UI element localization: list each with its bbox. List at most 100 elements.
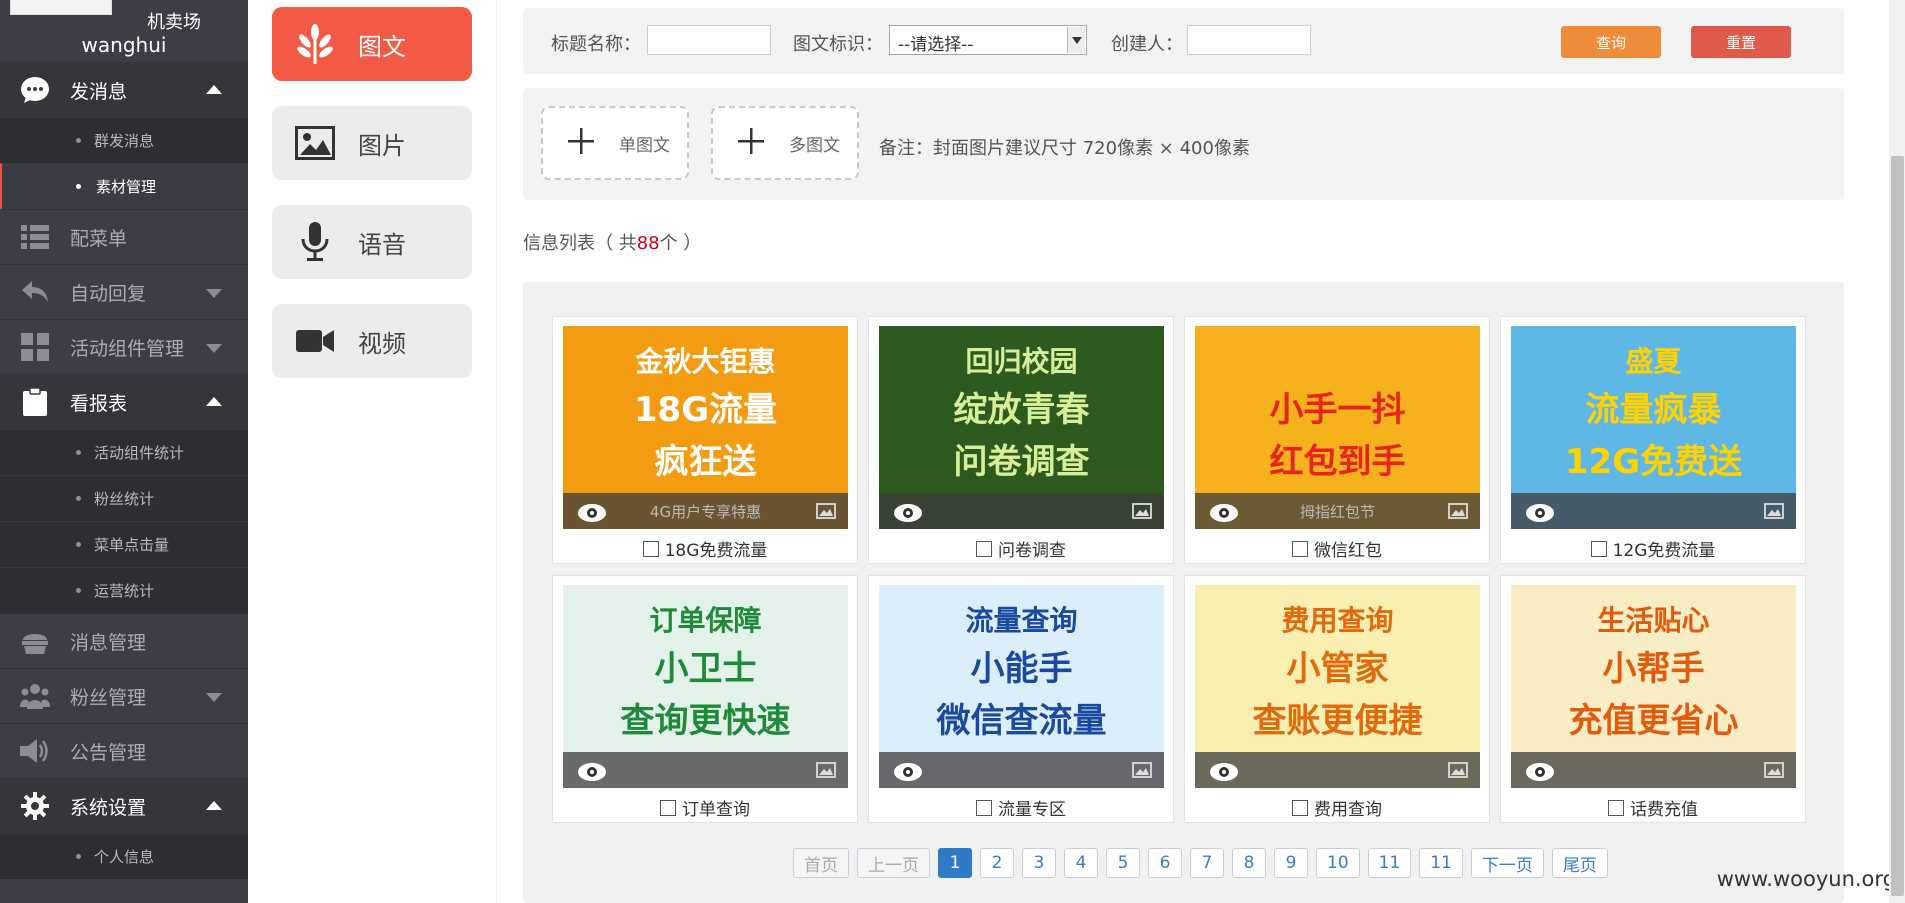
- select-checkbox[interactable]: [660, 800, 676, 816]
- sub-item-personal-info[interactable]: 个人信息: [0, 833, 248, 879]
- page-button[interactable]: 5: [1106, 848, 1140, 878]
- page-button[interactable]: 4: [1064, 848, 1098, 878]
- page-button[interactable]: 7: [1190, 848, 1224, 878]
- scrollbar-thumb[interactable]: [1891, 156, 1904, 896]
- material-card[interactable]: 回归校园 绽放青春 问卷调查 问卷调查: [868, 316, 1174, 564]
- select-checkbox[interactable]: [976, 541, 992, 557]
- tab-video[interactable]: 视频: [272, 304, 472, 378]
- tab-label: 图片: [358, 131, 406, 160]
- search-button[interactable]: 查询: [1561, 26, 1661, 58]
- page-button[interactable]: 11: [1419, 848, 1463, 878]
- add-multi-article-button[interactable]: 多图文: [711, 106, 859, 180]
- preview-eye-icon[interactable]: [893, 762, 923, 782]
- page-button[interactable]: 3: [1022, 848, 1056, 878]
- menu-system-settings[interactable]: 系统设置: [0, 778, 248, 833]
- cover-image[interactable]: 订单保障 小卫士 查询更快速: [563, 585, 848, 788]
- preview-eye-icon[interactable]: [1525, 503, 1555, 523]
- list-title-suffix: 个 ）: [659, 233, 702, 254]
- cover-image[interactable]: 流量查询 小能手 微信查流量: [879, 585, 1164, 788]
- preview-eye-icon[interactable]: [893, 503, 923, 523]
- sub-item-material-management[interactable]: 素材管理: [0, 163, 248, 209]
- menu-config-menu[interactable]: 配菜单: [0, 209, 248, 264]
- sub-item-mass-message[interactable]: 群发消息: [0, 117, 248, 163]
- cover-line-2: 小帮手: [1602, 649, 1705, 689]
- select-checkbox[interactable]: [642, 541, 659, 557]
- material-card[interactable]: 订单保障 小卫士 查询更快速订单查询: [552, 575, 858, 823]
- page-button[interactable]: 11: [1367, 848, 1412, 878]
- image-icon: [1132, 762, 1152, 778]
- page-button[interactable]: 10: [1316, 848, 1360, 878]
- cover-line-2: 小管家: [1286, 649, 1389, 689]
- chevron-down-icon: [206, 289, 222, 298]
- page-button[interactable]: 1: [938, 848, 972, 878]
- preview-eye-icon[interactable]: [1209, 762, 1239, 782]
- cover-line-3: 问卷调查: [953, 442, 1090, 482]
- menu-reports[interactable]: 看报表: [0, 374, 248, 429]
- card-title-text: 订单查询: [682, 800, 750, 820]
- image-icon: [272, 126, 358, 160]
- material-card[interactable]: 流量查询 小能手 微信查流量流量专区: [868, 575, 1174, 823]
- sub-item-menu-clicks[interactable]: 菜单点击量: [0, 521, 248, 567]
- username[interactable]: wanghui: [0, 33, 248, 57]
- scrollbar[interactable]: [1889, 0, 1905, 903]
- page-button[interactable]: 8: [1232, 848, 1266, 878]
- sub-item-label: 菜单点击量: [94, 536, 170, 554]
- page-button[interactable]: 尾页: [1551, 848, 1608, 878]
- card-title: 流量专区: [869, 795, 1173, 820]
- material-card[interactable]: 盛夏 流量疯暴 12G免费送 12G免费流量: [1500, 316, 1806, 564]
- sub-item-operation-stats[interactable]: 运营统计: [0, 567, 248, 613]
- image-icon: [1448, 503, 1468, 519]
- select-checkbox[interactable]: [1292, 800, 1308, 816]
- cover-image[interactable]: 盛夏 流量疯暴 12G免费送: [1511, 326, 1796, 529]
- page-button: 首页: [793, 848, 849, 878]
- cover-image[interactable]: 费用查询 小管家 查账更便捷: [1195, 585, 1480, 788]
- filter-bar: 标题名称： 图文标识： --请选择-- 创建人： 查询 重置: [523, 8, 1844, 74]
- cover-image[interactable]: 小手一抖 红包到手 拇指红包节: [1195, 326, 1480, 529]
- card-title: 订单查询: [553, 795, 857, 820]
- select-checkbox[interactable]: [1608, 800, 1624, 816]
- menu-activity-components[interactable]: 活动组件管理: [0, 319, 248, 374]
- select-checkbox[interactable]: [976, 800, 992, 816]
- material-card[interactable]: 金秋大钜惠 18G流量 疯狂送 4G用户专享特惠 18G免费流量: [552, 316, 858, 564]
- add-single-article-button[interactable]: 单图文: [541, 106, 689, 180]
- tab-image[interactable]: 图片: [272, 106, 472, 180]
- cover-image[interactable]: 金秋大钜惠 18G流量 疯狂送 4G用户专享特惠: [563, 326, 848, 529]
- menu-announcement[interactable]: 公告管理: [0, 723, 248, 778]
- creator-input[interactable]: [1187, 25, 1311, 55]
- preview-eye-icon[interactable]: [1209, 503, 1239, 523]
- microphone-icon: [272, 222, 358, 262]
- menu-label: 系统设置: [70, 796, 147, 819]
- tab-voice[interactable]: 语音: [272, 205, 472, 279]
- menu-fans-management[interactable]: 粉丝管理: [0, 668, 248, 723]
- cover-line-3: 疯狂送: [654, 442, 757, 482]
- preview-eye-icon[interactable]: [1525, 762, 1555, 782]
- page-button[interactable]: 6: [1148, 848, 1182, 878]
- cover-image[interactable]: 生活贴心 小帮手 充值更省心: [1511, 585, 1796, 788]
- select-checkbox[interactable]: [1590, 541, 1607, 557]
- sub-item-activity-stats[interactable]: 活动组件统计: [0, 429, 248, 475]
- menu-send-message[interactable]: 发消息: [0, 62, 248, 117]
- card-title-text: 费用查询: [1314, 800, 1382, 820]
- material-card[interactable]: 生活贴心 小帮手 充值更省心 话费充值: [1500, 575, 1806, 823]
- material-card[interactable]: 小手一抖 红包到手 拇指红包节 微信红包: [1184, 316, 1490, 564]
- page-button[interactable]: 下一页: [1470, 848, 1544, 878]
- select-checkbox[interactable]: [1292, 541, 1308, 557]
- preview-eye-icon[interactable]: [577, 762, 607, 782]
- reset-button[interactable]: 重置: [1691, 26, 1791, 58]
- leaf-icon: [272, 24, 358, 64]
- add-multi-label: 多图文: [789, 135, 840, 156]
- menu-auto-reply[interactable]: 自动回复: [0, 264, 248, 319]
- preview-eye-icon[interactable]: [577, 503, 607, 523]
- page-button[interactable]: 2: [980, 848, 1014, 878]
- page-button[interactable]: 9: [1274, 848, 1308, 878]
- tag-select[interactable]: --请选择--: [889, 25, 1087, 55]
- cover-image[interactable]: 回归校园 绽放青春 问卷调查: [879, 326, 1164, 529]
- avatar[interactable]: [10, 0, 112, 15]
- tab-image-text[interactable]: 图文: [272, 7, 472, 81]
- material-card[interactable]: 费用查询 小管家 查账更便捷费用查询: [1184, 575, 1490, 823]
- title-input[interactable]: [647, 25, 771, 55]
- menu-message-management[interactable]: 消息管理: [0, 613, 248, 668]
- list-title: 信息列表（ 共88个 ）: [523, 229, 701, 255]
- chevron-down-icon: [206, 344, 222, 353]
- sub-item-fans-stats[interactable]: 粉丝统计: [0, 475, 248, 521]
